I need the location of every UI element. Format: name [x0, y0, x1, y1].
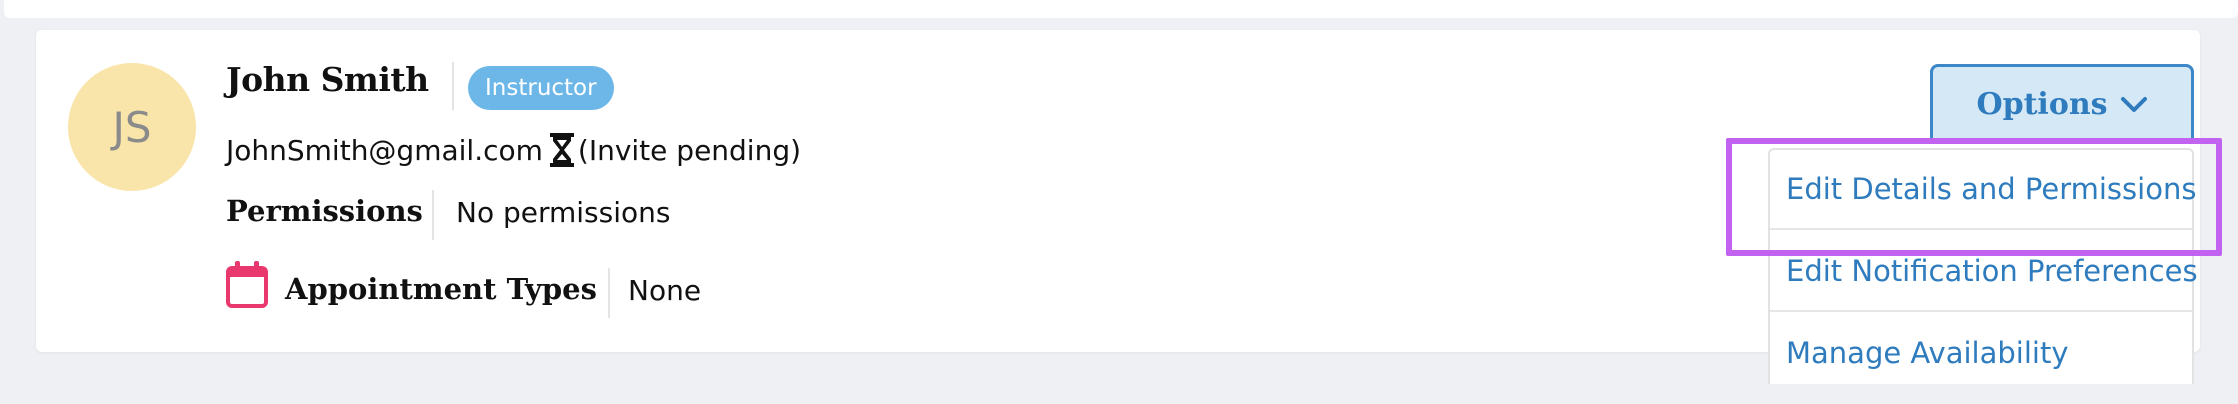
appointment-divider: [608, 268, 610, 318]
menu-item-manage-availability[interactable]: Manage Availability: [1770, 314, 2192, 394]
page: JS John Smith Instructor JohnSmith@gmail…: [0, 0, 2238, 404]
role-badge: Instructor: [468, 66, 614, 110]
options-button-label: Options: [1976, 87, 2108, 122]
menu-item-edit-notifications[interactable]: Edit Notification Preferences: [1770, 232, 2198, 312]
email-row: JohnSmith@gmail.com (Invite pending): [226, 130, 801, 170]
permissions-label: Permissions: [226, 194, 423, 228]
hourglass-icon: [549, 132, 575, 168]
appointment-types-label: Appointment Types: [285, 272, 597, 306]
calendar-icon: [226, 260, 268, 313]
permissions-value: No permissions: [456, 196, 671, 229]
options-dropdown-menu: Edit Details and Permissions Edit Notifi…: [1768, 148, 2198, 404]
chevron-down-icon: [2120, 96, 2148, 114]
avatar-initials: JS: [112, 102, 152, 152]
avatar: JS: [68, 63, 196, 191]
page-background-strip: [0, 384, 2238, 404]
permissions-divider: [432, 190, 434, 240]
user-name: John Smith: [226, 60, 429, 99]
previous-card: [4, 0, 2238, 18]
invite-status: (Invite pending): [577, 133, 802, 167]
user-email: JohnSmith@gmail.com: [226, 133, 543, 167]
menu-item-edit-details[interactable]: Edit Details and Permissions: [1770, 150, 2196, 230]
appointment-types-value: None: [628, 274, 702, 307]
name-divider: [452, 62, 454, 110]
options-button[interactable]: Options: [1930, 64, 2194, 142]
